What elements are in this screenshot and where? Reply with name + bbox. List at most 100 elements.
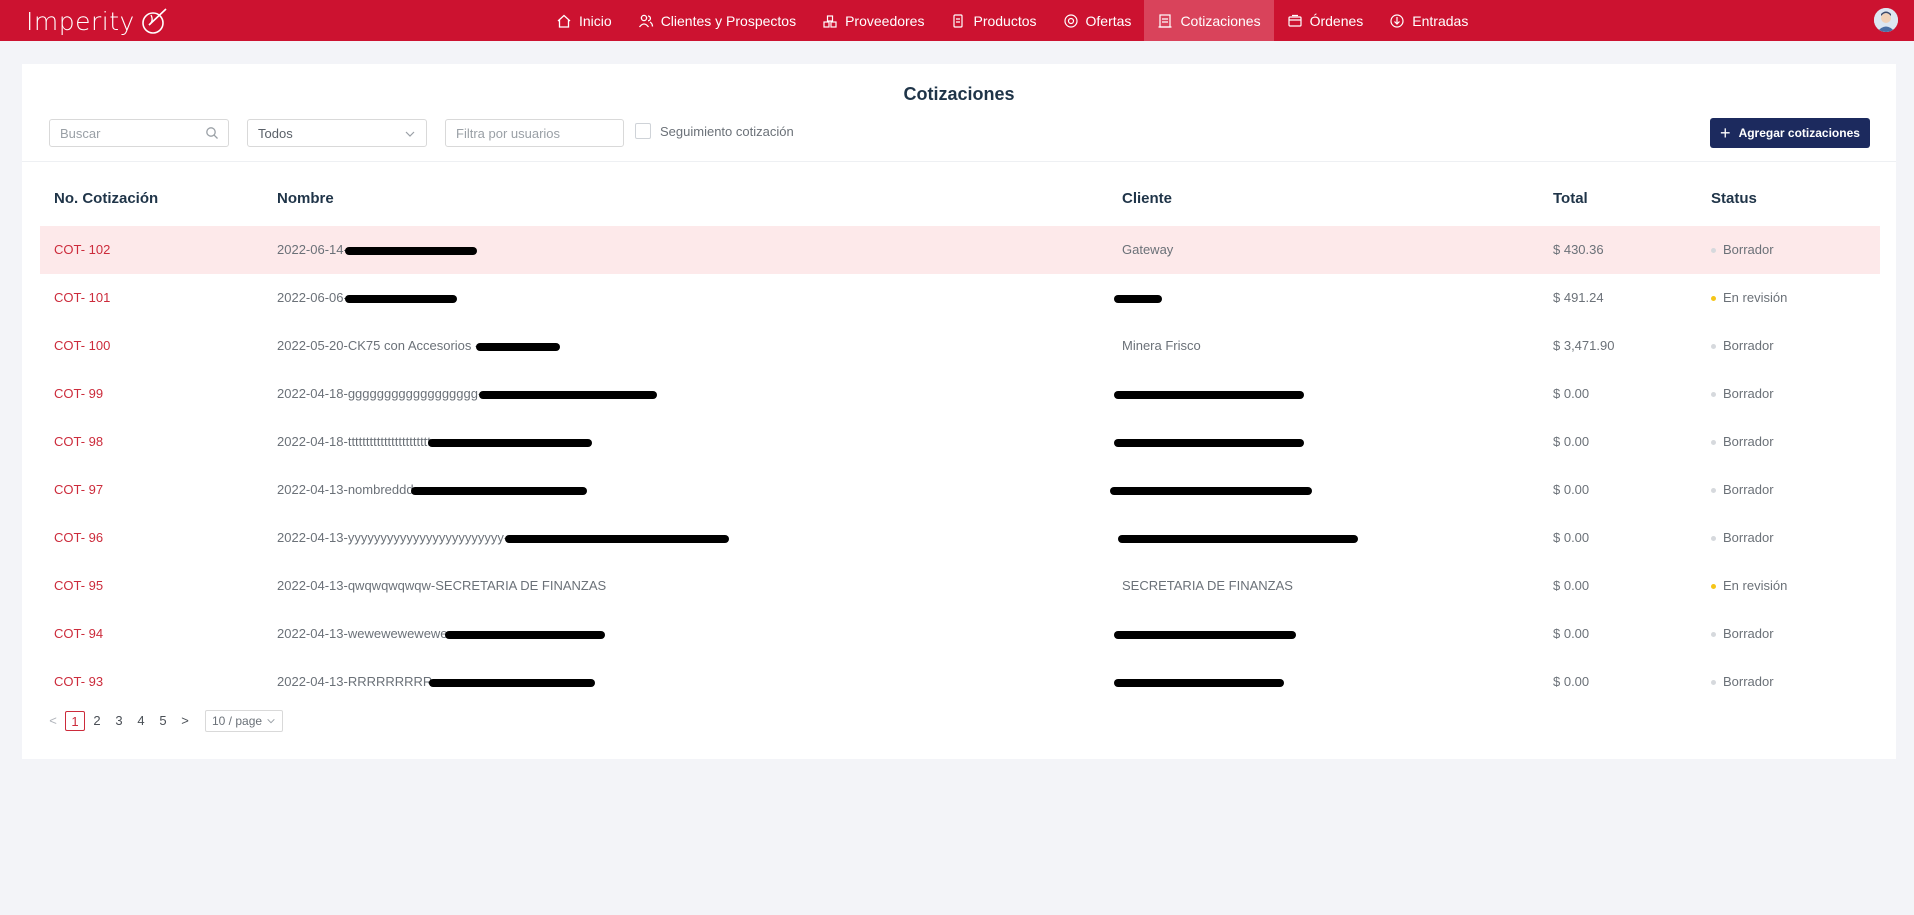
page-button-1[interactable]: 1 bbox=[65, 711, 85, 731]
header-nombre[interactable]: Nombre bbox=[277, 190, 334, 207]
status-dot bbox=[1711, 343, 1716, 349]
quotes-table-body: COT- 102 2022-06-14- Gateway $ 430.36 Bo… bbox=[40, 226, 1880, 706]
table-row[interactable]: COT- 96 2022-04-13-yyyyyyyyyyyyyyyyyyyyy… bbox=[40, 514, 1880, 562]
search-placeholder: Buscar bbox=[60, 125, 101, 141]
quote-number-link[interactable]: COT- 99 bbox=[54, 370, 103, 418]
quote-number-link[interactable]: COT- 100 bbox=[54, 322, 110, 370]
status-badge: En revisión bbox=[1711, 274, 1787, 322]
redaction-mark bbox=[344, 246, 477, 255]
table-row[interactable]: COT- 98 2022-04-18-ttttttttttttttttttttt… bbox=[40, 418, 1880, 466]
status-dot bbox=[1711, 535, 1716, 541]
quote-number-link[interactable]: COT- 98 bbox=[54, 418, 103, 466]
avatar-icon bbox=[1874, 8, 1898, 32]
redaction-mark bbox=[1114, 294, 1162, 303]
quote-total: $ 0.00 bbox=[1553, 482, 1590, 497]
header-total[interactable]: Total bbox=[1553, 190, 1588, 207]
search-input[interactable]: Buscar bbox=[49, 119, 229, 147]
table-row[interactable]: COT- 101 2022-06-06- $ 491.24 En revisió… bbox=[40, 274, 1880, 322]
table-row[interactable]: COT- 99 2022-04-18-gggggggggggggggggg- $… bbox=[40, 370, 1880, 418]
status-dot bbox=[1711, 583, 1716, 589]
quote-number-link[interactable]: COT- 94 bbox=[54, 610, 103, 658]
page-button-4[interactable]: 4 bbox=[131, 711, 151, 731]
follow-checkbox[interactable] bbox=[635, 123, 651, 139]
quote-name: 2022-05-20-CK75 con Accesorios - bbox=[277, 322, 561, 370]
table-row[interactable]: COT- 95 2022-04-13-qwqwqwqwqw-SECRETARIA… bbox=[40, 562, 1880, 610]
nav-item-inicio[interactable]: Inicio bbox=[543, 0, 625, 41]
redaction-mark bbox=[427, 438, 592, 447]
nav-item-clientes[interactable]: Clientes y Prospectos bbox=[625, 0, 809, 41]
status-dot bbox=[1711, 247, 1716, 253]
status-badge: Borrador bbox=[1711, 322, 1774, 370]
status-badge: Borrador bbox=[1711, 418, 1774, 466]
quote-total: $ 0.00 bbox=[1553, 434, 1590, 449]
client-name bbox=[1110, 466, 1312, 514]
logo-icon bbox=[142, 8, 167, 34]
page-size-select[interactable]: 10 / page bbox=[205, 710, 284, 732]
chevron-down-icon bbox=[405, 131, 415, 137]
quote-number-link[interactable]: COT- 96 bbox=[54, 514, 103, 562]
quote-name: 2022-04-13-wewewewewewe bbox=[277, 610, 605, 658]
nav-item-productos[interactable]: Productos bbox=[937, 0, 1049, 41]
table-row[interactable]: COT- 94 2022-04-13-wewewewewewe $ 0.00 B… bbox=[40, 610, 1880, 658]
redaction-mark bbox=[505, 534, 730, 543]
client-name: Gateway bbox=[1122, 242, 1174, 257]
nav-label: Cotizaciones bbox=[1180, 12, 1261, 29]
quote-number-link[interactable]: COT- 101 bbox=[54, 274, 110, 322]
redaction-mark bbox=[429, 678, 596, 687]
quote-icon bbox=[1158, 13, 1172, 28]
users-filter-placeholder: Filtra por usuarios bbox=[456, 125, 561, 141]
users-filter-input[interactable]: Filtra por usuarios bbox=[445, 119, 624, 147]
supplier-icon bbox=[823, 14, 837, 28]
redaction-mark bbox=[1118, 534, 1358, 543]
prev-page-button[interactable]: < bbox=[43, 711, 63, 731]
user-avatar[interactable] bbox=[1874, 8, 1898, 32]
quote-name: 2022-04-13-nombreddd bbox=[277, 466, 587, 514]
redaction-mark bbox=[476, 342, 561, 351]
table-row[interactable]: COT- 93 2022-04-13-RRRRRRRRR $ 0.00 Borr… bbox=[40, 658, 1880, 706]
page-button-5[interactable]: 5 bbox=[153, 711, 173, 731]
client-name bbox=[1114, 370, 1304, 418]
add-quote-label: Agregar cotizaciones bbox=[1738, 126, 1860, 140]
header-no-cotizacion[interactable]: No. Cotización bbox=[54, 190, 158, 207]
page-button-3[interactable]: 3 bbox=[109, 711, 129, 731]
nav-item-ofertas[interactable]: Ofertas bbox=[1050, 0, 1145, 41]
page-button-2[interactable]: 2 bbox=[87, 711, 107, 731]
nav-item-ordenes[interactable]: Órdenes bbox=[1274, 0, 1377, 41]
quote-name: 2022-04-18-gggggggggggggggggg- bbox=[277, 370, 658, 418]
client-name bbox=[1114, 658, 1284, 706]
follow-checkbox-group[interactable]: Seguimiento cotización bbox=[635, 123, 794, 139]
nav-label: Órdenes bbox=[1309, 12, 1364, 29]
quote-total: $ 0.00 bbox=[1553, 386, 1590, 401]
product-icon bbox=[953, 13, 964, 28]
client-name bbox=[1114, 610, 1296, 658]
quote-name: 2022-04-13-yyyyyyyyyyyyyyyyyyyyyyyy- bbox=[277, 514, 730, 562]
header-status[interactable]: Status bbox=[1711, 190, 1757, 207]
next-page-button[interactable]: > bbox=[175, 711, 195, 731]
quote-number-link[interactable]: COT- 95 bbox=[54, 562, 103, 610]
table-row[interactable]: COT- 97 2022-04-13-nombreddd $ 0.00 Borr… bbox=[40, 466, 1880, 514]
pagination: < 1 2 3 4 5 > 10 / page bbox=[43, 710, 284, 732]
nav-item-entradas[interactable]: Entradas bbox=[1376, 0, 1481, 41]
status-dot bbox=[1711, 391, 1716, 397]
nav-item-proveedores[interactable]: Proveedores bbox=[809, 0, 937, 41]
quote-total: $ 491.24 bbox=[1553, 290, 1604, 305]
table-row[interactable]: COT- 102 2022-06-14- Gateway $ 430.36 Bo… bbox=[40, 226, 1880, 274]
status-badge: Borrador bbox=[1711, 658, 1774, 706]
nav-item-cotizaciones[interactable]: Cotizaciones bbox=[1144, 0, 1274, 41]
client-name: Minera Frisco bbox=[1122, 338, 1201, 353]
status-badge: Borrador bbox=[1711, 466, 1774, 514]
quote-number-link[interactable]: COT- 97 bbox=[54, 466, 103, 514]
client-name: SECRETARIA DE FINANZAS bbox=[1122, 578, 1293, 593]
add-quote-button[interactable]: + Agregar cotizaciones bbox=[1710, 118, 1870, 148]
inbound-icon bbox=[1390, 13, 1404, 28]
brand-logo[interactable]: Imperity bbox=[26, 3, 171, 39]
quote-number-link[interactable]: COT- 102 bbox=[54, 226, 110, 274]
page-size-value: 10 / page bbox=[212, 714, 263, 728]
quote-number-link[interactable]: COT- 93 bbox=[54, 658, 103, 706]
nav-label: Clientes y Prospectos bbox=[660, 12, 797, 29]
table-row[interactable]: COT- 100 2022-05-20-CK75 con Accesorios … bbox=[40, 322, 1880, 370]
header-cliente[interactable]: Cliente bbox=[1122, 190, 1172, 207]
status-filter-select[interactable]: Todos bbox=[247, 119, 427, 147]
orders-icon bbox=[1287, 14, 1302, 27]
redaction-mark bbox=[1114, 678, 1284, 687]
